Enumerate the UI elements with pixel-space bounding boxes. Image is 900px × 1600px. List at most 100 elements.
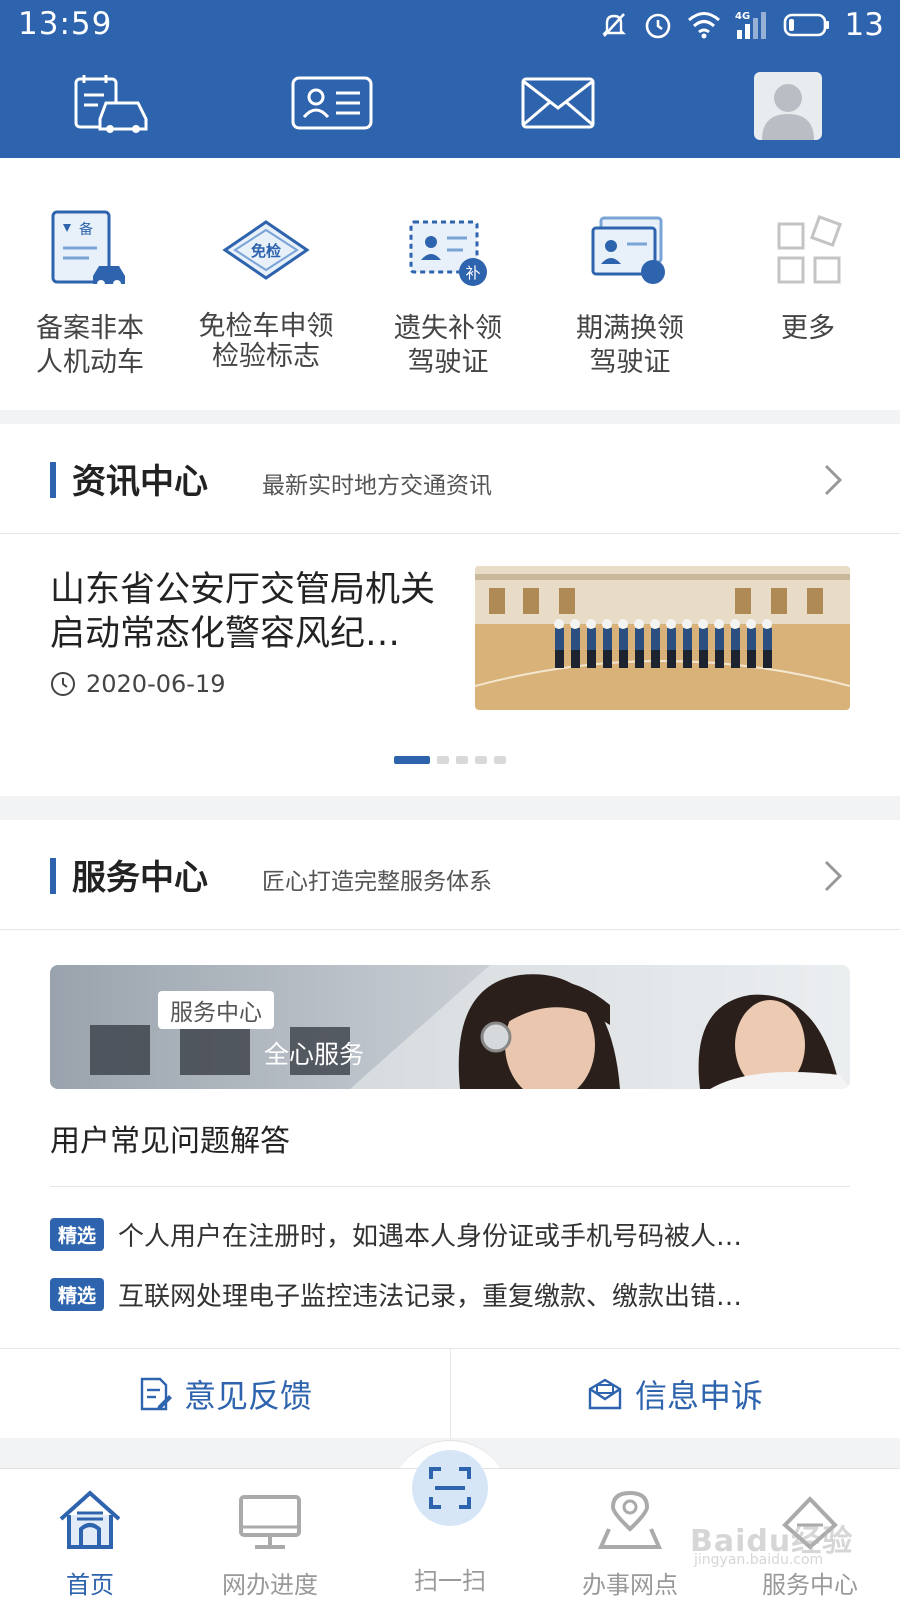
quick-item-label: 期满换领 驾驶证 <box>540 312 720 380</box>
section-accent-bar <box>50 858 56 894</box>
nav-progress[interactable]: 网办进度 <box>180 1477 360 1600</box>
quick-label-line1: 备案非本 <box>36 313 144 344</box>
vehicle-record-icon: 备 <box>51 210 125 288</box>
inspection-exempt-badge: 免检 <box>251 242 281 260</box>
nav-label: 办事网点 <box>582 1571 678 1599</box>
quick-services: 备 备案非本 人机动车 免检 免检车申领 检验标志 补 遗失补领 驾驶证 期满换… <box>0 158 900 410</box>
more-grid-icon <box>777 214 843 284</box>
status-time: 13:59 <box>18 6 113 42</box>
clock-icon <box>51 672 75 696</box>
chevron-right-icon[interactable] <box>814 460 850 500</box>
carousel-pager <box>0 756 900 764</box>
signal-icon: 4G <box>735 11 766 39</box>
nav-label: 网办进度 <box>222 1571 318 1599</box>
quick-label-line2: 驾驶证 <box>589 347 671 378</box>
user-avatar-icon <box>762 84 814 140</box>
network-type: 4G <box>735 11 750 22</box>
news-thumbnail <box>475 566 850 710</box>
banner-tag: 服务中心 <box>158 991 274 1029</box>
location-icon <box>597 1490 663 1549</box>
alarm-icon <box>645 13 670 39</box>
license-reissue-icon: 补 <box>409 220 487 286</box>
scan-button[interactable] <box>412 1450 488 1526</box>
watermark-sub: jingyan.baidu.com <box>694 1552 824 1568</box>
quick-item-label: 备案非本 人机动车 <box>0 312 180 380</box>
pager-dot[interactable] <box>456 756 468 764</box>
mail-icon <box>521 77 595 129</box>
faq-title[interactable]: 用户常见问题解答 <box>50 1116 290 1160</box>
news-card: 资讯中心 最新实时地方交通资讯 山东省公安厅交管局机关启动常态化警容风纪… 20… <box>0 424 900 796</box>
news-photo <box>475 566 850 710</box>
chevron-right-icon[interactable] <box>814 856 850 896</box>
news-date-row: 2020-06-19 <box>50 670 225 698</box>
divider <box>50 1186 850 1187</box>
service-actions: 意见反馈 信息申诉 <box>0 1348 900 1439</box>
news-subtitle: 最新实时地方交通资讯 <box>262 473 492 499</box>
appeal-button[interactable]: 信息申诉 <box>450 1349 900 1439</box>
pager-dot-active[interactable] <box>394 756 430 764</box>
scan-icon <box>429 1467 471 1509</box>
faq-item[interactable]: 精选 个人用户在注册时，如遇本人身份证或手机号码被人… <box>50 1216 850 1253</box>
quick-label-line2: 检验标志 <box>212 341 320 372</box>
quick-label-line1: 更多 <box>781 313 835 344</box>
news-headline: 山东省公安厅交管局机关启动常态化警容风纪… <box>50 570 436 654</box>
feedback-icon <box>140 1377 172 1411</box>
battery-icon <box>783 13 829 37</box>
battery-level: 13 <box>844 7 884 43</box>
app-header: 13:59 4G 13 <box>0 0 900 158</box>
nav-home[interactable]: 首页 <box>0 1477 180 1600</box>
pager-dot[interactable] <box>494 756 506 764</box>
feedback-button[interactable]: 意见反馈 <box>0 1349 450 1439</box>
feedback-label: 意见反馈 <box>183 1377 312 1415</box>
monitor-icon <box>239 1495 301 1549</box>
nav-label: 扫一扫 <box>414 1567 486 1595</box>
avatar[interactable] <box>754 72 822 140</box>
wifi-icon <box>687 12 720 39</box>
id-card-icon <box>291 76 373 130</box>
service-title: 服务中心 <box>72 858 208 898</box>
section-accent-bar <box>50 462 56 498</box>
service-card: 服务中心 匠心打造完整服务体系 服务中心 全心服务 用户常见问题解答 精选 个人… <box>0 820 900 1348</box>
vehicle-record-badge: 备 <box>79 221 93 238</box>
status-bar: 13:59 4G 13 <box>0 0 900 50</box>
service-subtitle: 匠心打造完整服务体系 <box>262 869 492 895</box>
quick-label-line1: 免检车申领 <box>198 311 334 342</box>
pager-dot[interactable] <box>475 756 487 764</box>
quick-item-label: 更多 <box>718 312 898 346</box>
quick-item-label: 免检车申领 检验标志 <box>176 312 356 372</box>
nav-label: 首页 <box>66 1571 114 1599</box>
faq-text: 互联网处理电子监控违法记录，重复缴款、缴款出错… <box>118 1282 743 1312</box>
service-header[interactable]: 服务中心 匠心打造完整服务体系 <box>0 820 900 930</box>
quick-item-vehicle-record[interactable]: 备 备案非本 人机动车 <box>0 206 180 380</box>
quick-item-label: 遗失补领 驾驶证 <box>358 312 538 380</box>
vehicle-schedule-button[interactable] <box>66 66 158 140</box>
appeal-icon <box>588 1378 622 1410</box>
news-title: 资讯中心 <box>72 462 208 502</box>
quick-item-license-reissue[interactable]: 补 遗失补领 驾驶证 <box>358 206 538 380</box>
quick-label-line1: 遗失补领 <box>394 313 502 344</box>
faq-text: 个人用户在注册时，如遇本人身份证或手机号码被人… <box>118 1222 743 1252</box>
pager-dot[interactable] <box>437 756 449 764</box>
quick-label-line2: 驾驶证 <box>407 347 489 378</box>
license-renew-icon <box>591 216 665 284</box>
inspection-exempt-icon: 免检 <box>222 220 310 280</box>
mail-button[interactable] <box>512 66 604 140</box>
id-card-button[interactable] <box>286 66 378 140</box>
quick-label-line1: 期满换领 <box>576 313 684 344</box>
quick-item-inspection-exempt[interactable]: 免检 免检车申领 检验标志 <box>176 206 356 372</box>
quick-item-license-renew[interactable]: 期满换领 驾驶证 <box>540 206 720 380</box>
vehicle-schedule-icon <box>74 75 148 133</box>
featured-tag: 精选 <box>50 1218 105 1251</box>
license-reissue-badge: 补 <box>465 264 480 282</box>
nav-label: 服务中心 <box>762 1571 858 1599</box>
status-icons: 4G 13 <box>599 8 884 42</box>
featured-tag: 精选 <box>50 1278 105 1311</box>
service-banner[interactable]: 服务中心 全心服务 <box>50 965 850 1089</box>
home-icon <box>59 1490 121 1549</box>
quick-item-more[interactable]: 更多 <box>718 206 898 346</box>
news-header[interactable]: 资讯中心 最新实时地方交通资讯 <box>0 424 900 534</box>
appeal-label: 信息申诉 <box>634 1377 763 1415</box>
top-toolbar <box>0 66 900 140</box>
news-article[interactable]: 山东省公安厅交管局机关启动常态化警容风纪… 2020-06-19 <box>0 534 900 796</box>
faq-item[interactable]: 精选 互联网处理电子监控违法记录，重复缴款、缴款出错… <box>50 1276 850 1313</box>
